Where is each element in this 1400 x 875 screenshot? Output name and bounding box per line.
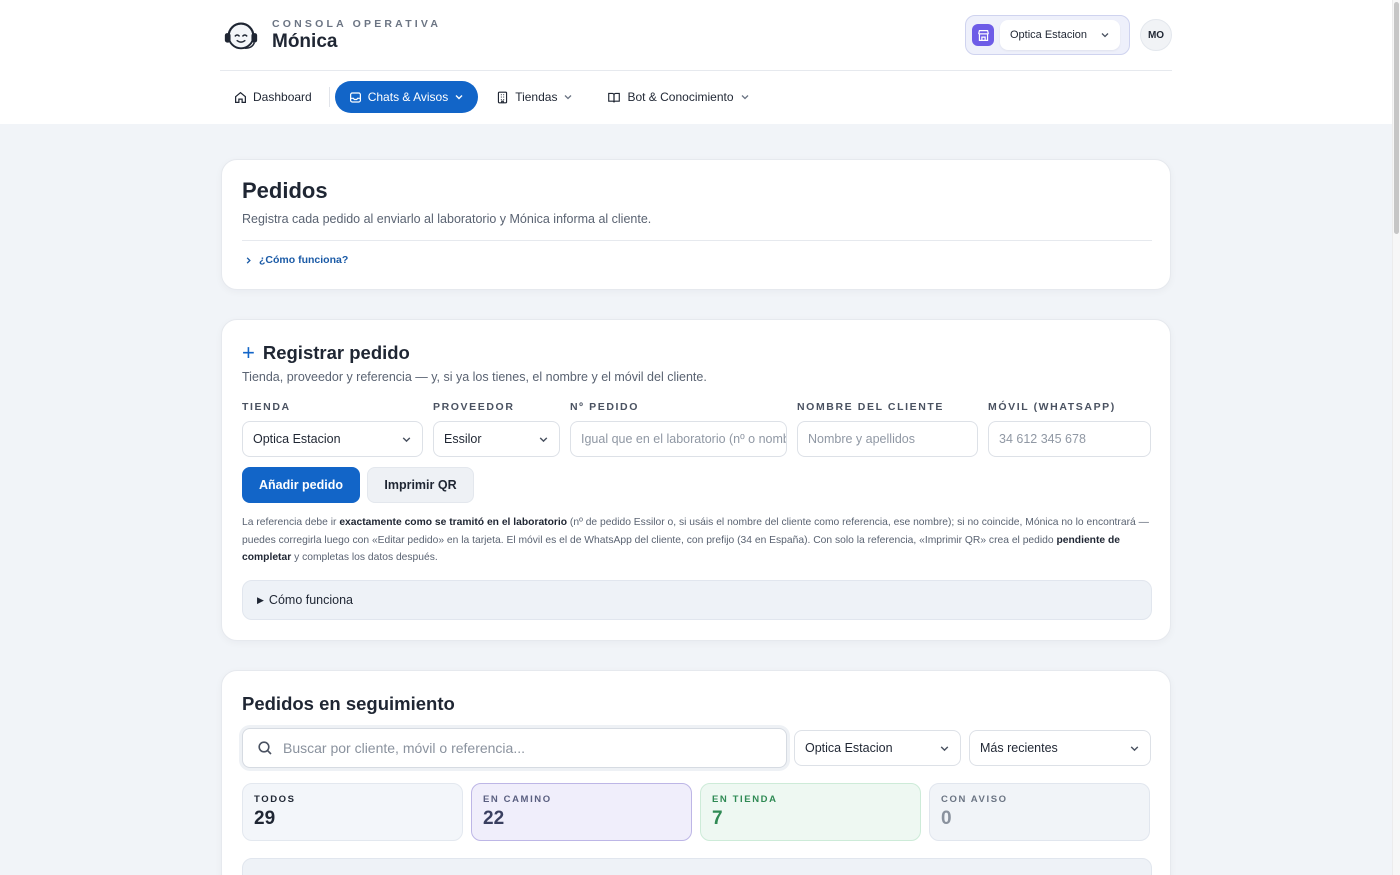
chevron-down-icon (539, 436, 548, 442)
supplier-select-value: Essilor (444, 432, 482, 446)
stat-label: CON AVISO (941, 794, 1008, 805)
nav-item-bot-conocimiento[interactable]: Bot & Conocimiento (595, 81, 761, 113)
avatar[interactable]: MO (1140, 19, 1172, 51)
store-select[interactable]: Optica Estacion (242, 421, 423, 457)
page-scrollbar[interactable] (1392, 0, 1400, 875)
home-icon (235, 91, 246, 103)
note-text-1: La referencia debe ir (242, 517, 340, 528)
register-title-text: Registrar pedido (262, 342, 410, 363)
main-nav: Dashboard Chats & Avisos Tiendas Bot & C… (222, 81, 762, 113)
stat-con-aviso[interactable]: CON AVISO 0 (929, 783, 1150, 841)
mobile-label: MÓVIL (WHATSAPP) (988, 401, 1116, 413)
tracking-card: Pedidos en seguimiento Buscar por client… (221, 670, 1171, 875)
nav-item-label: Dashboard (253, 90, 312, 104)
mobile-placeholder: 34 612 345 678 (999, 432, 1086, 446)
chevron-down-icon (455, 95, 463, 100)
store-select-value: Optica Estacion (253, 432, 341, 446)
nav-item-chats-avisos[interactable]: Chats & Avisos (334, 81, 479, 113)
building-icon (498, 91, 508, 103)
search-icon (258, 741, 272, 755)
stat-en-tienda[interactable]: EN TIENDA 7 (700, 783, 921, 841)
nav-item-label: Bot & Conocimiento (627, 90, 734, 104)
how-it-works-label: ¿Cómo funciona? (259, 254, 349, 266)
pedidos-intro-card: Pedidos Registra cada pedido al enviarlo… (221, 159, 1171, 290)
store-filter-value: Optica Estacion (805, 741, 893, 755)
print-qr-button[interactable]: Imprimir QR (367, 467, 474, 503)
card-divider (242, 240, 1152, 241)
store-filter-select[interactable]: Optica Estacion (794, 730, 961, 766)
note-bold-1: exactamente como se tramitó en el labora… (339, 517, 568, 528)
search-input[interactable]: Buscar por cliente, móvil o referencia..… (242, 728, 787, 768)
chevron-down-icon (564, 95, 572, 100)
disclosure-triangle-icon: ▶ (257, 594, 264, 605)
sort-select[interactable]: Más recientes (969, 730, 1151, 766)
stat-value: 0 (941, 808, 952, 829)
supplier-field-label: PROVEEDOR (433, 401, 515, 413)
store-switcher: Optica Estacion (965, 15, 1130, 55)
store-icon (972, 24, 994, 46)
stat-label: EN CAMINO (483, 794, 552, 805)
stat-value: 7 (712, 808, 723, 829)
chevron-down-icon (1130, 745, 1139, 751)
brand[interactable]: CONSOLA OPERATIVA Mónica (222, 16, 441, 54)
chevron-down-icon (1101, 33, 1109, 38)
nav-item-label: Tiendas (515, 90, 558, 104)
order-number-label: Nº PEDIDO (570, 401, 639, 413)
status-legend-toggle[interactable] (242, 858, 1152, 875)
inbox-icon (349, 91, 361, 103)
details-label: Cómo funciona (268, 593, 353, 607)
book-icon (608, 92, 621, 102)
tracking-title: Pedidos en seguimiento (242, 693, 455, 714)
customer-name-placeholder: Nombre y apellidos (808, 432, 915, 446)
stat-todos[interactable]: TODOS 29 (242, 783, 463, 841)
order-number-placeholder: Igual que en el laboratorio (nº o nombre… (581, 432, 787, 446)
chevron-down-icon (940, 745, 949, 751)
stat-label: EN TIENDA (712, 794, 778, 805)
plus-icon: + (242, 340, 255, 365)
register-order-card: + Registrar pedido Tienda, proveedor y r… (221, 319, 1171, 641)
search-placeholder: Buscar por cliente, móvil o referencia..… (283, 740, 525, 756)
nav-item-label: Chats & Avisos (367, 90, 449, 104)
chevron-right-icon (246, 256, 251, 264)
chevron-down-icon (402, 436, 411, 442)
header-divider (220, 70, 1172, 71)
top-header: CONSOLA OPERATIVA Mónica Optica Estacion… (0, 0, 1392, 124)
stat-en-camino[interactable]: EN CAMINO 22 (471, 783, 692, 841)
reference-note: La referencia debe ir exactamente como s… (242, 514, 1154, 567)
store-select-value: Optica Estacion (1010, 29, 1088, 41)
page-subtitle: Registra cada pedido al enviarlo al labo… (242, 212, 652, 226)
stat-label: TODOS (254, 794, 296, 805)
register-subtitle: Tienda, proveedor y referencia — y, si y… (242, 370, 707, 384)
brand-name: Mónica (272, 30, 338, 52)
stat-value: 29 (254, 808, 276, 829)
headset-bot-logo-icon (224, 22, 258, 50)
brand-kicker: CONSOLA OPERATIVA (272, 17, 442, 30)
register-title: + Registrar pedido (242, 342, 410, 364)
store-select[interactable]: Optica Estacion (1000, 20, 1120, 50)
mobile-input[interactable]: 34 612 345 678 (988, 421, 1151, 457)
stat-value: 22 (483, 808, 505, 829)
supplier-select[interactable]: Essilor (433, 421, 560, 457)
note-text-3: y completas los datos después. (291, 552, 438, 563)
nav-separator (328, 87, 330, 107)
nav-item-dashboard[interactable]: Dashboard (222, 81, 324, 113)
how-it-works-details[interactable]: ▶ Cómo funciona (242, 580, 1152, 620)
nav-item-tiendas[interactable]: Tiendas (484, 81, 585, 113)
customer-name-input[interactable]: Nombre y apellidos (797, 421, 978, 457)
brand-text: CONSOLA OPERATIVA Mónica (272, 18, 441, 53)
chevron-down-icon (741, 95, 748, 100)
how-it-works-toggle[interactable]: ¿Cómo funciona? (244, 254, 348, 266)
store-field-label: TIENDA (242, 401, 291, 413)
add-order-button[interactable]: Añadir pedido (242, 467, 360, 503)
scrollbar-thumb[interactable] (1394, 2, 1399, 234)
customer-name-label: NOMBRE DEL CLIENTE (797, 401, 945, 413)
page-title: Pedidos (242, 178, 328, 203)
sort-value: Más recientes (980, 741, 1058, 755)
order-number-input[interactable]: Igual que en el laboratorio (nº o nombre… (570, 421, 787, 457)
